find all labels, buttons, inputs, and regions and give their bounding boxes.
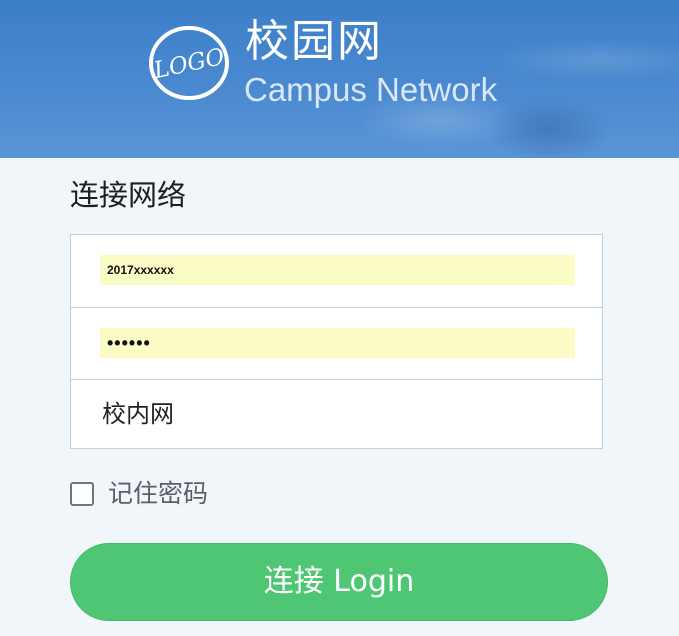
network-select[interactable]: 校内网	[71, 379, 602, 450]
section-title: 连接网络	[70, 178, 187, 212]
remember-password-checkbox[interactable]	[70, 482, 94, 506]
network-select-value: 校内网	[102, 400, 174, 428]
header-banner: LOGO 校园网 Campus Network	[0, 0, 679, 158]
brand-subtitle: Campus Network	[244, 71, 498, 108]
brand-title: 校园网	[245, 16, 383, 67]
password-input[interactable]	[100, 328, 575, 358]
login-form: 校内网	[70, 234, 603, 449]
password-row	[71, 307, 602, 380]
logo-icon: LOGO	[149, 26, 229, 100]
login-button[interactable]: 连接 Login	[70, 543, 608, 621]
username-row	[71, 235, 602, 307]
remember-password-label: 记住密码	[108, 479, 209, 508]
username-input[interactable]	[100, 255, 575, 285]
logo-text: LOGO	[151, 44, 227, 85]
